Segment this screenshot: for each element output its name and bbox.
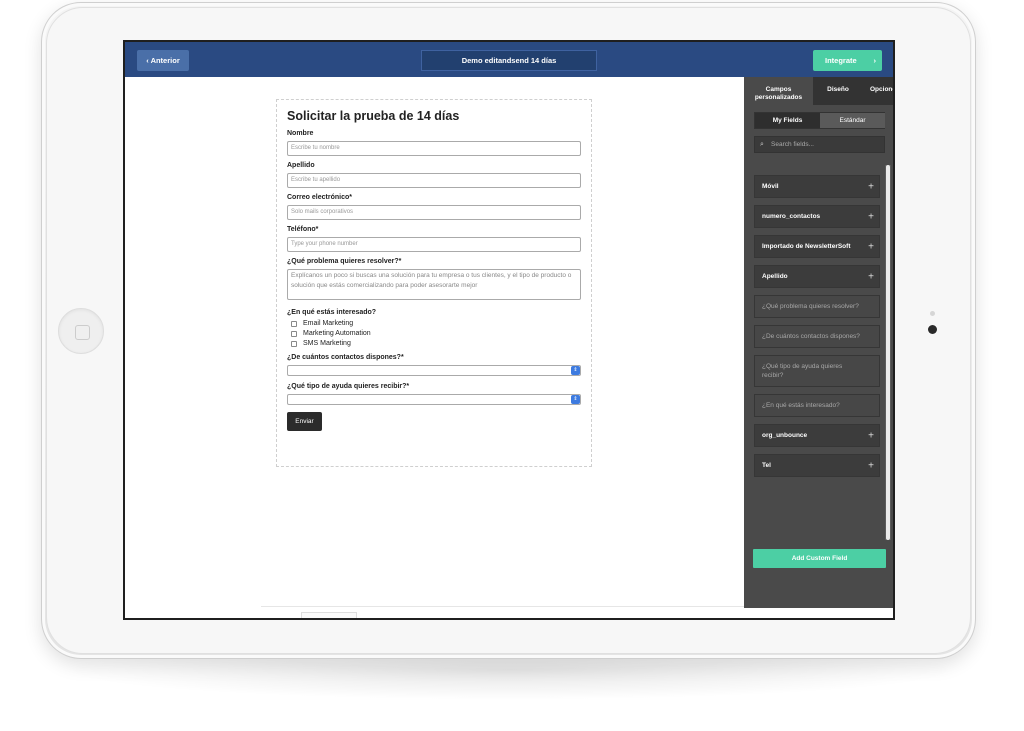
select-arrow-icon: ⇕ bbox=[571, 395, 580, 404]
previous-label: Anterior bbox=[150, 56, 180, 65]
field-source-toggle: My Fields Estándar bbox=[754, 112, 885, 129]
contactos-select[interactable]: ⇕ bbox=[287, 365, 581, 376]
scrollbar-thumb[interactable] bbox=[886, 165, 890, 540]
checkbox[interactable] bbox=[291, 330, 297, 337]
add-icon[interactable]: + bbox=[868, 431, 874, 441]
contactos-label: ¿De cuántos contactos dispones?* bbox=[287, 354, 404, 361]
previous-button[interactable]: ‹ Anterior bbox=[137, 50, 189, 71]
add-icon[interactable]: + bbox=[868, 272, 874, 282]
field-list: Móvil + numero_contactos + Importado de … bbox=[754, 175, 880, 484]
option-sms-marketing[interactable]: SMS Marketing bbox=[291, 340, 581, 347]
field-label: ¿En qué estás interesado? bbox=[762, 402, 840, 409]
correo-input[interactable]: Solo mails corporativos bbox=[287, 205, 581, 220]
top-bar: ‹ Anterior Demo editandsend 14 días Inte… bbox=[125, 42, 893, 77]
form-title: Solicitar la prueba de 14 días bbox=[287, 109, 460, 123]
select-arrow-icon: ⇕ bbox=[571, 366, 580, 375]
field-item-problema: ¿Qué problema quieres resolver? bbox=[754, 295, 880, 318]
tab-opciones[interactable]: Opciones bbox=[863, 77, 893, 105]
field-label: ¿De cuántos contactos dispones? bbox=[762, 333, 860, 340]
app-screen: ‹ Anterior Demo editandsend 14 días Inte… bbox=[123, 40, 895, 620]
ayuda-select[interactable]: ⇕ bbox=[287, 394, 581, 405]
search-icon: ⌕ bbox=[760, 141, 764, 148]
field-item-numero-contactos[interactable]: numero_contactos + bbox=[754, 205, 880, 228]
page-title[interactable]: Demo editandsend 14 días bbox=[421, 50, 597, 71]
ayuda-label: ¿Qué tipo de ayuda quieres recibir?* bbox=[287, 383, 410, 390]
add-icon[interactable]: + bbox=[868, 461, 874, 471]
form-block[interactable]: Solicitar la prueba de 14 días Nombre Es… bbox=[276, 99, 592, 467]
front-camera bbox=[928, 325, 937, 334]
field-label: Móvil bbox=[762, 183, 779, 190]
nombre-label: Nombre bbox=[287, 130, 314, 137]
fields-panel: Campos personalizados Diseño Opciones My… bbox=[744, 77, 893, 608]
chevron-left-icon: ‹ bbox=[146, 56, 149, 65]
my-fields-button[interactable]: My Fields bbox=[755, 113, 820, 128]
option-marketing-automation[interactable]: Marketing Automation bbox=[291, 330, 581, 337]
field-label: org_unbounce bbox=[762, 432, 808, 439]
nombre-input[interactable]: Escribe tu nombre bbox=[287, 141, 581, 156]
canvas-bottom-tab[interactable] bbox=[301, 612, 357, 618]
device-stage: ‹ Anterior Demo editandsend 14 días Inte… bbox=[0, 0, 1024, 731]
panel-tabs: Campos personalizados Diseño Opciones bbox=[744, 77, 893, 105]
tab-campos-personalizados[interactable]: Campos personalizados bbox=[744, 77, 813, 105]
home-button[interactable] bbox=[58, 308, 104, 354]
search-input[interactable]: ⌕ Search fields... bbox=[754, 136, 885, 153]
option-label: Email Marketing bbox=[303, 320, 354, 327]
telefono-label: Teléfono* bbox=[287, 226, 319, 233]
field-label: ¿Qué tipo de ayuda quieres recibir? bbox=[762, 363, 843, 379]
add-icon[interactable]: + bbox=[868, 212, 874, 222]
option-label: Marketing Automation bbox=[303, 330, 371, 337]
field-label: Apellido bbox=[762, 273, 788, 280]
canvas-divider bbox=[261, 606, 744, 607]
apellido-input[interactable]: Escribe tu apellido bbox=[287, 173, 581, 188]
chevron-right-icon: › bbox=[873, 56, 877, 65]
light-sensor bbox=[930, 311, 935, 316]
field-item-contactos: ¿De cuántos contactos dispones? bbox=[754, 325, 880, 348]
field-item-org-unbounce[interactable]: org_unbounce + bbox=[754, 424, 880, 447]
tab-diseno[interactable]: Diseño bbox=[813, 77, 863, 105]
field-label: numero_contactos bbox=[762, 213, 821, 220]
field-label: ¿Qué problema quieres resolver? bbox=[762, 303, 859, 310]
add-custom-field-button[interactable]: Add Custom Field bbox=[753, 549, 886, 568]
field-item-movil[interactable]: Móvil + bbox=[754, 175, 880, 198]
standard-fields-button[interactable]: Estándar bbox=[820, 113, 885, 128]
field-item-ayuda: ¿Qué tipo de ayuda quieres recibir? bbox=[754, 355, 880, 387]
correo-label: Correo electrónico* bbox=[287, 194, 352, 201]
interes-label: ¿En qué estás interesado? bbox=[287, 309, 377, 316]
checkbox[interactable] bbox=[291, 340, 297, 347]
checkbox[interactable] bbox=[291, 320, 297, 327]
apellido-label: Apellido bbox=[287, 162, 315, 169]
option-email-marketing[interactable]: Email Marketing bbox=[291, 320, 581, 327]
submit-button[interactable]: Enviar bbox=[287, 412, 322, 431]
integrate-label: Integrate bbox=[825, 56, 857, 65]
field-item-tel[interactable]: Tel + bbox=[754, 454, 880, 477]
problema-label: ¿Qué problema quieres resolver?* bbox=[287, 258, 402, 265]
option-label: SMS Marketing bbox=[303, 340, 351, 347]
search-placeholder: Search fields... bbox=[771, 141, 814, 148]
telefono-input[interactable]: Type your phone number bbox=[287, 237, 581, 252]
field-item-apellido[interactable]: Apellido + bbox=[754, 265, 880, 288]
field-item-interes: ¿En qué estás interesado? bbox=[754, 394, 880, 417]
field-item-importado[interactable]: Importado de NewsletterSoft + bbox=[754, 235, 880, 258]
add-icon[interactable]: + bbox=[868, 242, 874, 252]
editor-canvas: Solicitar la prueba de 14 días Nombre Es… bbox=[125, 77, 744, 618]
add-icon[interactable]: + bbox=[868, 182, 874, 192]
problema-textarea[interactable]: Explícanos un poco si buscas una solució… bbox=[287, 269, 581, 300]
integrate-button[interactable]: Integrate › bbox=[813, 50, 882, 71]
field-label: Importado de NewsletterSoft bbox=[762, 243, 851, 250]
field-label: Tel bbox=[762, 462, 771, 469]
